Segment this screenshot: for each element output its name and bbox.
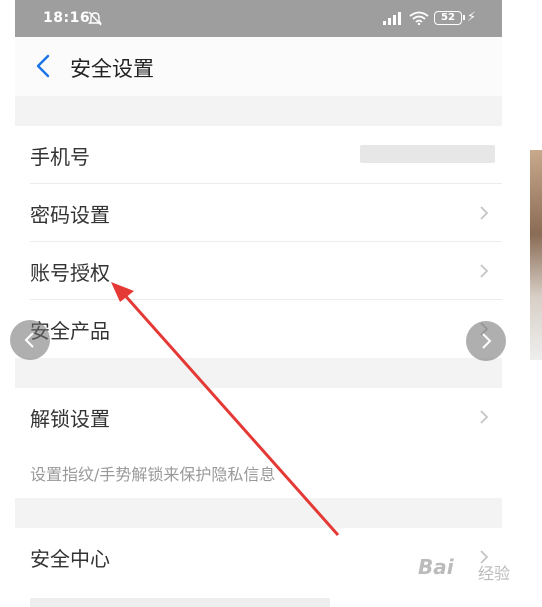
baidu-watermark: Bai xyxy=(418,555,454,579)
red-arrow-annotation xyxy=(111,282,340,536)
adjacent-photo-strip xyxy=(530,150,542,360)
baidu-watermark-cn: 经验 xyxy=(478,564,511,583)
